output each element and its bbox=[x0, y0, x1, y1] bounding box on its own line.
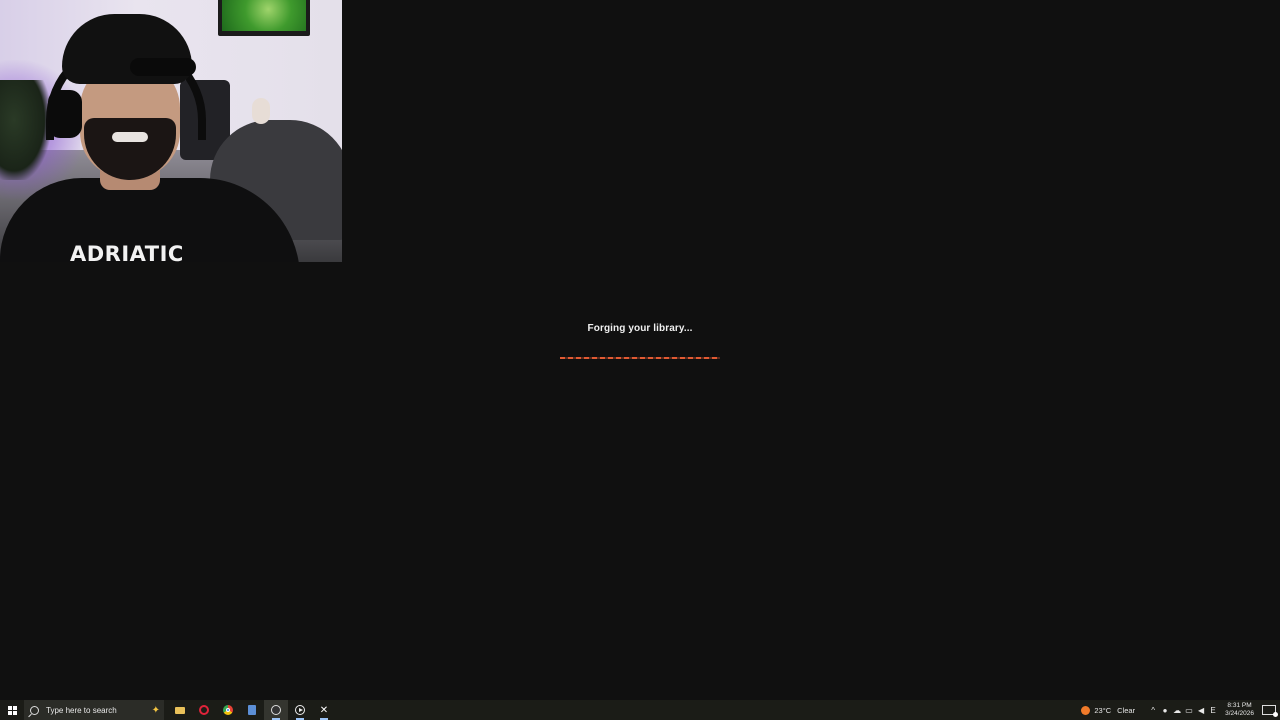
clock-date: 3/24/2026 bbox=[1225, 710, 1254, 717]
taskbar-apps: ✕ bbox=[168, 700, 336, 720]
taskbar-app-opera[interactable] bbox=[192, 700, 216, 720]
headset-earcup bbox=[48, 90, 82, 138]
loading-message: Forging your library... bbox=[587, 323, 693, 334]
onedrive-icon[interactable]: ☁ bbox=[1171, 700, 1183, 720]
taskbar-app-calculator[interactable] bbox=[240, 700, 264, 720]
taskbar-app-media-player[interactable] bbox=[288, 700, 312, 720]
taskbar: Type here to search ✦ ✕ 23°C Clear ^ ● ☁… bbox=[0, 700, 1280, 720]
start-button[interactable] bbox=[0, 700, 24, 720]
volume-icon[interactable]: ◀ bbox=[1195, 700, 1207, 720]
chrome-icon bbox=[223, 705, 233, 715]
loading-progress-fill bbox=[560, 357, 720, 359]
taskbar-app-chrome[interactable] bbox=[216, 700, 240, 720]
clock-time: 8:31 PM bbox=[1227, 702, 1252, 709]
weather-condition: Clear bbox=[1117, 705, 1136, 715]
taskbar-clock[interactable]: 8:31 PM 3/24/2026 bbox=[1225, 702, 1254, 718]
windows-icon bbox=[7, 705, 17, 715]
x-app-icon: ✕ bbox=[319, 704, 329, 716]
sparkle-icon: ✦ bbox=[151, 704, 160, 716]
search-placeholder: Type here to search bbox=[46, 705, 117, 715]
opera-icon bbox=[199, 705, 209, 715]
wall-picture bbox=[222, 0, 306, 31]
network-icon[interactable]: ▭ bbox=[1183, 700, 1195, 720]
system-tray: 23°C Clear ^ ● ☁ ▭ ◀ E 8:31 PM 3/24/2026 bbox=[1081, 700, 1280, 720]
search-icon bbox=[30, 705, 39, 715]
notification-icon[interactable] bbox=[1262, 705, 1278, 717]
play-icon bbox=[295, 705, 305, 715]
taskbar-app-x[interactable]: ✕ bbox=[312, 700, 336, 720]
taskbar-search-box[interactable]: Type here to search ✦ bbox=[24, 700, 164, 720]
language-indicator[interactable]: E bbox=[1207, 700, 1219, 720]
taskbar-app-obs[interactable] bbox=[264, 700, 288, 720]
microphone-icon[interactable]: ● bbox=[1159, 700, 1171, 720]
folder-icon bbox=[175, 706, 185, 714]
taskbar-app-file-explorer[interactable] bbox=[168, 700, 192, 720]
calculator-icon bbox=[248, 705, 256, 715]
weather-widget[interactable]: 23°C Clear bbox=[1081, 705, 1136, 715]
weather-icon bbox=[1081, 705, 1091, 715]
cap-brim bbox=[130, 58, 196, 76]
plush-toy bbox=[252, 98, 270, 124]
obs-icon bbox=[271, 705, 281, 715]
loading-progress-bar bbox=[560, 357, 720, 359]
chevron-up-icon[interactable]: ^ bbox=[1147, 700, 1159, 720]
weather-temperature: 23°C bbox=[1094, 705, 1112, 715]
plant bbox=[0, 80, 50, 180]
wall-picture-frame bbox=[218, 0, 310, 36]
shirt-text: ADRIATIC bbox=[70, 242, 184, 262]
webcam-overlay: ADRIATIC bbox=[0, 0, 342, 262]
